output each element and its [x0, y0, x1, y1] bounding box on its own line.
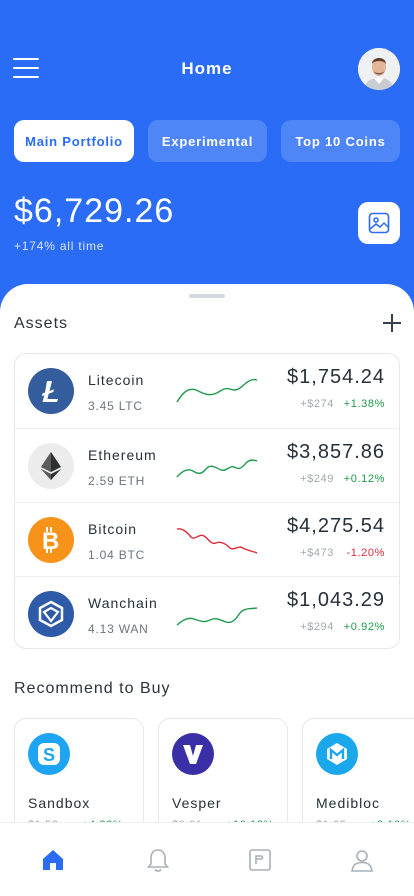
profile-icon[interactable] [349, 847, 375, 873]
asset-name: Ethereum [88, 447, 157, 463]
asset-delta: +$294 [300, 621, 334, 633]
vesper-icon [172, 733, 214, 775]
image-button[interactable] [358, 202, 400, 244]
assets-title: Assets [14, 315, 69, 332]
home-icon[interactable] [40, 847, 66, 873]
sparkline-chart [176, 378, 258, 403]
asset-delta: +$274 [300, 398, 334, 410]
asset-percent: -1.20% [346, 547, 385, 559]
user-avatar[interactable] [358, 48, 400, 90]
tab-main-portfolio[interactable]: Main Portfolio [14, 120, 134, 162]
medibloc-icon [316, 733, 358, 775]
plus-icon[interactable] [382, 313, 402, 333]
sparkline-chart [176, 528, 258, 554]
recommend-name: Sandbox [28, 795, 91, 811]
bottom-navigation [0, 822, 414, 896]
sandbox-icon: S [28, 733, 70, 775]
asset-percent: +0.92% [343, 621, 385, 633]
recommend-title: Recommend to Buy [14, 680, 171, 697]
assets-list: Litecoin 3.45 LTC $1,754.24 +$274 +1.38%… [14, 353, 400, 649]
page-title: Home [181, 59, 233, 78]
bitcoin-icon: B [28, 517, 74, 563]
asset-quantity: 3.45 LTC [88, 399, 143, 413]
ethereum-icon [28, 443, 74, 489]
tab-top-10-coins[interactable]: Top 10 Coins [281, 120, 400, 162]
wanchain-icon [28, 591, 74, 637]
sparkline-chart [176, 459, 258, 478]
asset-value: $1,754.24 [287, 366, 385, 388]
asset-percent: +0.12% [343, 473, 385, 485]
portfolio-tabs: Main Portfolio Experimental Top 10 Coins [14, 120, 400, 162]
litecoin-icon [28, 368, 74, 414]
asset-name: Wanchain [88, 595, 158, 611]
portfolio-balance: $6,729.26 [14, 192, 175, 230]
asset-row-wanchain[interactable]: Wanchain 4.13 WAN $1,043.29 +$294 +0.92% [15, 576, 399, 650]
asset-percent: +1.38% [343, 398, 385, 410]
asset-value: $4,275.54 [287, 515, 385, 537]
asset-value: $1,043.29 [287, 589, 385, 611]
image-icon [368, 212, 390, 234]
asset-name: Bitcoin [88, 521, 138, 537]
asset-delta: +$249 [300, 473, 334, 485]
asset-row-ethereum[interactable]: Ethereum 2.59 ETH $3,857.86 +$249 +0.12% [15, 428, 399, 502]
asset-quantity: 4.13 WAN [88, 622, 149, 636]
tab-experimental[interactable]: Experimental [148, 120, 267, 162]
recommend-card-medibloc[interactable]: Medibloc $1.25 +2.10% [302, 718, 414, 838]
asset-row-litecoin[interactable]: Litecoin 3.45 LTC $1,754.24 +$274 +1.38% [15, 354, 399, 428]
avatar-photo [358, 48, 400, 90]
asset-name: Litecoin [88, 372, 145, 388]
recommend-card-vesper[interactable]: Vesper $0.91 +10.12% [158, 718, 288, 838]
sheet-handle[interactable] [189, 294, 225, 298]
svg-text:S: S [43, 745, 56, 765]
asset-row-bitcoin[interactable]: B Bitcoin 1.04 BTC $4,275.54 +$473 -1.20… [15, 502, 399, 576]
wallet-icon[interactable] [247, 847, 273, 873]
bell-icon[interactable] [145, 847, 171, 873]
content-sheet: Assets Litecoin 3.45 LTC $1,754.24 +$274… [0, 284, 414, 896]
recommend-list: S Sandbox $1.52 +4.33% Vesper $0.91 +10.… [14, 718, 414, 838]
home-screen: Home Main Portfolio Experimental Top 10 … [0, 0, 414, 896]
asset-quantity: 2.59 ETH [88, 474, 146, 488]
recommend-card-sandbox[interactable]: S Sandbox $1.52 +4.33% [14, 718, 144, 838]
portfolio-change: +174% all time [14, 239, 105, 253]
sparkline-chart [176, 607, 258, 626]
recommend-name: Medibloc [316, 795, 381, 811]
asset-delta: +$473 [300, 547, 334, 559]
asset-value: $3,857.86 [287, 441, 385, 463]
asset-quantity: 1.04 BTC [88, 548, 146, 562]
recommend-name: Vesper [172, 795, 222, 811]
